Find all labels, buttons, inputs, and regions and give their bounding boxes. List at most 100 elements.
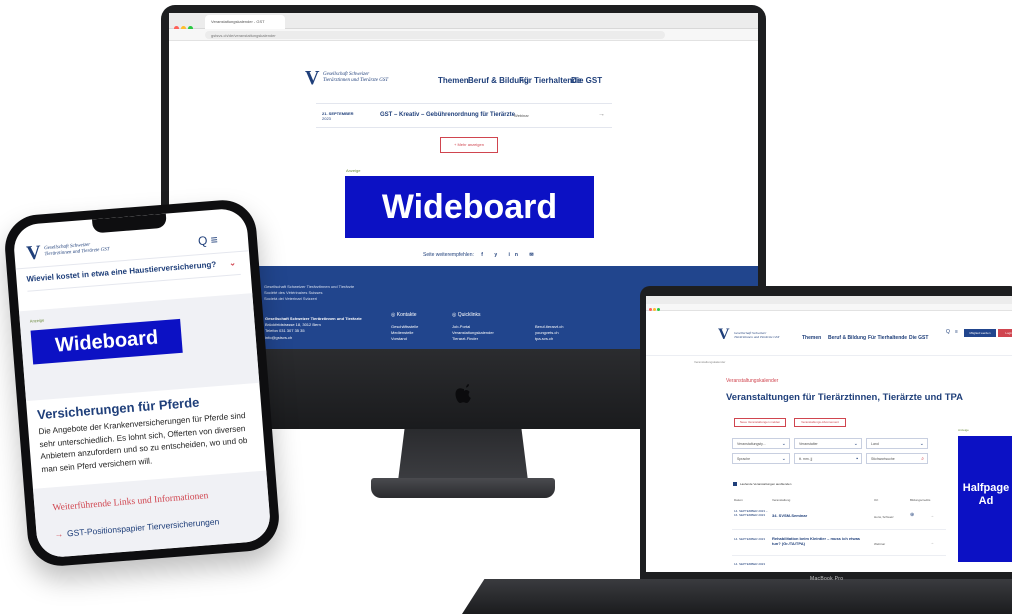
checkbox-checked-icon[interactable] <box>733 482 737 487</box>
row-title[interactable]: 34. SVSM-Seminar <box>772 513 807 518</box>
event-date-year: 2023 <box>322 116 331 121</box>
share-bar: Seite weiterempfehlen: f y in ✉ <box>423 252 539 258</box>
logo-line-2: Tierärztinnen und Tierärzte GST <box>323 78 389 84</box>
date-input[interactable]: tt. mm. jj ▪ <box>794 453 862 464</box>
wideboard-ad[interactable]: Wideboard <box>30 318 183 365</box>
address-bar[interactable]: gstsvs.ch/de/veranstaltungskalender <box>169 29 758 41</box>
ad-label: Anzeige <box>346 168 361 173</box>
footer-partner-links: Beruf-tierarzt.ch youngvets.ch tpa-svs.c… <box>535 324 563 343</box>
checkbox-label: Laufende Veranstaltungen ausblenden <box>740 482 792 486</box>
footer-logo-text: Gesellschaft Schweizer Tierärztinnen und… <box>264 284 354 302</box>
arrow-right-icon[interactable]: → <box>930 540 934 545</box>
row-date: 14. SEPTEMBER 2023 – 16. SEPTEMBER 2023 <box>734 509 768 518</box>
search-menu-icons[interactable]: Q ≡ <box>197 233 218 249</box>
column-credits: Bildungscredits <box>910 498 931 502</box>
wideboard-ad[interactable]: Wideboard <box>345 176 594 238</box>
page-kicker: Veranstaltungskalender <box>726 378 779 384</box>
row-place: Horw, Schweiz <box>874 515 894 519</box>
links-title: Weiterführende Links und Informationen <box>52 491 209 514</box>
calendar-icon[interactable]: ▪ <box>856 456 858 462</box>
site-header: V Gesellschaft Schweizer Tierärztinnen u… <box>646 314 1012 356</box>
search-icon[interactable]: Q <box>946 329 950 335</box>
footer-link[interactable]: Vorstand <box>391 336 418 342</box>
nav-die-gst[interactable]: Die GST <box>909 335 928 341</box>
row-title[interactable]: Rehabilitation beim Kleintier – muss ich… <box>772 536 864 547</box>
laptop-brand-label: MacBook Pro <box>810 576 844 582</box>
footer-quicklinks: Job-Portal Veranstaltungskalender Tierar… <box>452 324 494 343</box>
footer-kontakte-heading: ◎ Kontakte <box>391 312 417 318</box>
event-row[interactable]: 21. SEPTEMBER 2023 GST – Kreativ – Gebüh… <box>316 103 612 128</box>
row-date: 14. SEPTEMBER 2023 <box>734 537 766 541</box>
show-more-button[interactable]: + Mehr anzeigen <box>440 137 498 153</box>
gst-logo-mark[interactable]: V <box>305 67 319 90</box>
column-event: Veranstaltung <box>772 498 791 502</box>
imac-stand-foot <box>371 478 555 498</box>
section-body: Die Angebote der Krankenversicherungen f… <box>38 411 248 475</box>
nav-beruf-bildung[interactable]: Beruf & Bildung <box>828 335 866 341</box>
phone-device: V Gesellschaft Schweizer Tierärztinnen u… <box>2 197 282 569</box>
hide-running-events-checkbox[interactable]: Laufende Veranstaltungen ausblenden <box>733 482 792 487</box>
laptop-device: V Gesellschaft Schweizer Tierärztinnen u… <box>640 286 1012 582</box>
ad-label: Anzeige <box>29 317 45 324</box>
column-date: Datum <box>734 498 743 502</box>
position-paper-link[interactable]: → GST-Positionspapier Tierversicherungen <box>54 516 219 539</box>
gst-logo-text[interactable]: Gesellschaft Schweizer Tierärztinnen und… <box>323 72 388 85</box>
browser-tabbar <box>646 296 1012 311</box>
ad-label: Anzeige <box>958 428 969 432</box>
nav-themen[interactable]: Themen <box>802 335 821 341</box>
halfpage-ad[interactable]: Halfpage Ad <box>958 436 1012 562</box>
menu-icon[interactable]: ≡ <box>955 329 958 335</box>
event-date: 21. SEPTEMBER 2023 <box>322 111 354 121</box>
event-type-select[interactable]: Veranstaltungsty... ⌄ <box>732 438 790 449</box>
footer-link[interactable]: tpa-svs.ch <box>535 336 563 342</box>
url-field[interactable]: gstsvs.ch/de/veranstaltungskalender <box>205 31 665 39</box>
subscribe-events-button[interactable]: Veranstaltungs-Abonnement <box>794 418 846 427</box>
footer-kontakte: Geschäftsstelle Medienstelle Vorstand <box>391 324 418 343</box>
gst-logo-mark[interactable]: V <box>718 326 730 344</box>
chevron-down-icon: ⌄ <box>781 441 786 447</box>
nav-themen[interactable]: Themen <box>438 76 469 85</box>
row-place: Webinar <box>874 542 886 546</box>
language-select[interactable]: Sprache ⌄ <box>732 453 790 464</box>
table-row[interactable]: 14. SEPTEMBER 2023 Rehabilitation beim K… <box>732 532 946 556</box>
gst-logo-text[interactable]: Gesellschaft Schweizer Tierärztinnen und… <box>44 241 110 259</box>
gst-logo-text[interactable]: Gesellschaft Schweizer Tierärztinnen und… <box>734 331 780 340</box>
event-type-value: Veranstaltungsty... <box>737 442 766 446</box>
chevron-down-icon: ⌄ <box>781 456 786 462</box>
chevron-down-icon[interactable]: ⌄ <box>229 258 236 269</box>
search-icon[interactable]: ⌕ <box>921 456 924 462</box>
organizer-select[interactable]: Veranstalter ⌄ <box>794 438 862 449</box>
address-bar[interactable] <box>646 304 1012 311</box>
keyword-search-input[interactable]: Stichwortsuche ⌕ <box>866 453 928 464</box>
report-event-button[interactable]: Neue Veranstaltungen melden <box>734 418 786 427</box>
keyword-search-placeholder: Stichwortsuche <box>871 457 895 461</box>
browser-tab[interactable]: Veranstaltungskalender - GST <box>205 15 285 29</box>
table-row[interactable]: 14. SEPTEMBER 2023 – 16. SEPTEMBER 2023 … <box>732 504 946 530</box>
imac-stand-neck <box>398 429 528 481</box>
footer-address: Gesellschaft Schweizer Tierärztinnen und… <box>265 316 362 341</box>
become-member-button[interactable]: Mitglied werden <box>964 329 996 337</box>
share-icons[interactable]: f y in ✉ <box>481 252 538 258</box>
event-title[interactable]: GST – Kreativ – Gebührenordnung für Tier… <box>380 112 515 118</box>
login-button[interactable]: Login <box>998 329 1012 337</box>
nav-fuer-tierhaltende[interactable]: Für Tierhaltende <box>868 335 907 341</box>
country-value: Land <box>871 442 879 446</box>
breadcrumb[interactable]: Veranstaltungskalender <box>694 360 725 364</box>
arrow-right-icon[interactable]: → <box>598 111 605 118</box>
table-row[interactable]: 14. SEPTEMBER 2023 <box>732 558 946 572</box>
row-date: 14. SEPTEMBER 2023 <box>734 562 766 566</box>
footer-address-email[interactable]: info@gstsvs.ch <box>265 335 362 341</box>
gst-logo-mark[interactable]: V <box>26 242 42 266</box>
country-select[interactable]: Land ⌄ <box>866 438 928 449</box>
chevron-down-icon: ⌄ <box>919 441 924 447</box>
arrow-right-icon[interactable]: → <box>930 513 934 518</box>
link-label: GST-Positionspapier Tierversicherungen <box>66 516 220 539</box>
share-label: Seite weiterempfehlen: <box>423 252 474 258</box>
footer-link[interactable]: Tierarzt-Finder <box>452 336 494 342</box>
site-header: V Gesellschaft Schweizer Tierärztinnen u… <box>169 65 758 95</box>
apple-logo-icon <box>454 383 474 405</box>
arrow-right-icon: → <box>54 528 64 540</box>
laptop-screen: V Gesellschaft Schweizer Tierärztinnen u… <box>646 296 1012 572</box>
nav-die-gst[interactable]: Die GST <box>571 76 602 85</box>
language-value: Sprache <box>737 457 751 461</box>
